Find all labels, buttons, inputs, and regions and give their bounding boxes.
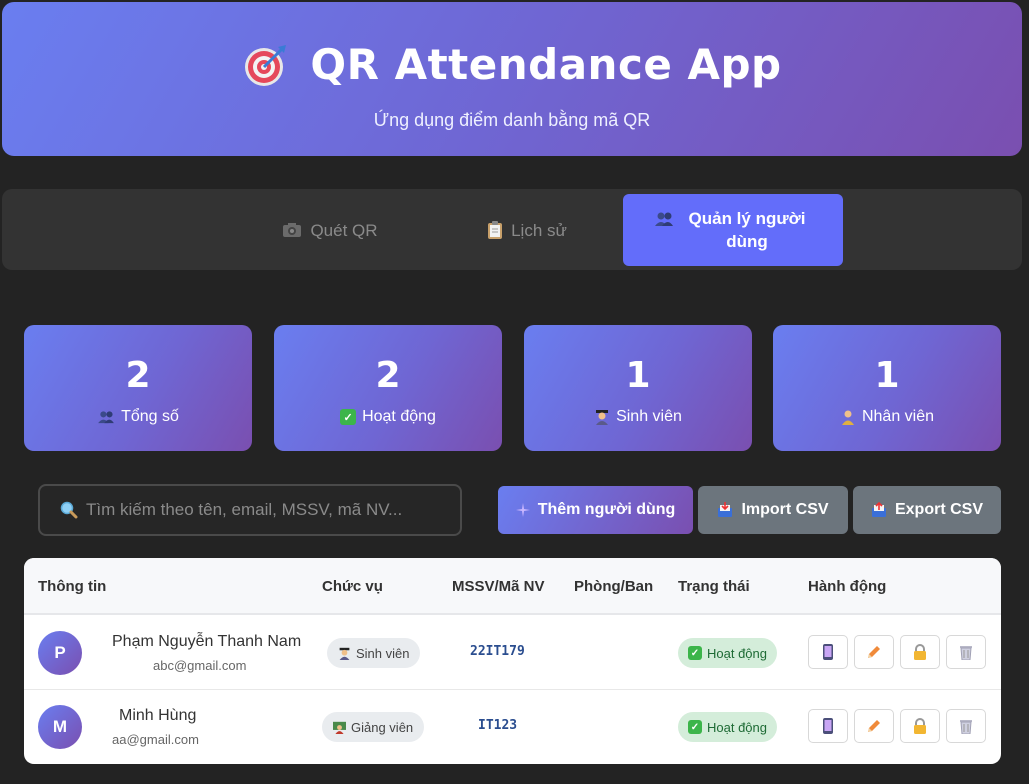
status-badge: ✓ Hoạt động [678, 638, 777, 668]
user-code: 22IT179 [470, 644, 525, 659]
column-header: Hành động [808, 578, 887, 595]
pencil-icon [868, 646, 880, 658]
trash-icon [960, 646, 972, 660]
stat-card-total: 2 Tổng số [24, 325, 252, 451]
tab-history[interactable]: Lịch sử [432, 194, 622, 266]
delete-button[interactable] [946, 635, 986, 669]
staff-icon [841, 410, 854, 425]
avatar: P [38, 631, 82, 675]
stat-value: 1 [874, 355, 900, 396]
sparkle-icon [515, 503, 530, 517]
tab-label: Quét QR [310, 220, 378, 240]
column-header: Phòng/Ban [574, 578, 654, 595]
import-csv-label: Import CSV [741, 501, 829, 518]
search-icon [60, 501, 78, 519]
column-header: Thông tin [38, 578, 107, 595]
inbox-icon [718, 502, 733, 517]
view-qr-button[interactable] [808, 709, 848, 743]
lock-button[interactable] [900, 709, 940, 743]
import-csv-button[interactable]: Import CSV [698, 486, 848, 534]
avatar: M [38, 705, 82, 749]
target-icon [245, 44, 287, 86]
user-name: Phạm Nguyễn Thanh Nam [112, 633, 302, 650]
edit-button[interactable] [854, 635, 894, 669]
user-email: abc@gmail.com [153, 658, 247, 673]
column-header: MSSV/Mã NV [452, 578, 545, 595]
table-row: M Minh Hùng aa@gmail.com Giảng viên IT12… [24, 690, 1001, 764]
edit-button[interactable] [854, 709, 894, 743]
add-user-button[interactable]: Thêm người dùng [498, 486, 693, 534]
tab-label: Lịch sử [511, 220, 567, 240]
phone-icon [823, 644, 833, 660]
stat-value: 2 [125, 355, 151, 396]
trash-icon [960, 720, 972, 734]
outbox-icon [871, 502, 886, 517]
tab-bar: Quét QR Lịch sử Quản lý người dùng [2, 189, 1022, 270]
tab-label: Quản lý người dùng [688, 209, 806, 251]
status-label: Hoạt động [707, 719, 767, 735]
teacher-icon [333, 721, 346, 734]
column-header: Chức vụ [322, 578, 383, 595]
role-badge: Sinh viên [327, 638, 421, 668]
export-csv-label: Export CSV [894, 501, 983, 518]
search-box[interactable] [38, 484, 462, 536]
add-user-label: Thêm người dùng [537, 501, 676, 518]
student-icon [339, 647, 350, 660]
status-badge: ✓ Hoạt động [678, 712, 777, 742]
user-name: Minh Hùng [119, 707, 197, 724]
app-header: QR Attendance App Ứng dụng điểm danh bằn… [2, 2, 1022, 156]
lock-button[interactable] [900, 635, 940, 669]
student-icon [596, 410, 609, 425]
role-badge: Giảng viên [322, 712, 425, 742]
users-table: Thông tin Chức vụ MSSV/Mã NV Phòng/Ban T… [24, 558, 1001, 764]
users-icon [655, 212, 673, 226]
tab-scan-qr[interactable]: Quét QR [230, 194, 430, 266]
role-label: Sinh viên [356, 645, 410, 661]
lock-icon [914, 644, 926, 660]
lock-icon [914, 718, 926, 734]
page-title: QR Attendance App [310, 40, 782, 89]
check-icon: ✓ [688, 646, 702, 660]
table-header: Thông tin Chức vụ MSSV/Mã NV Phòng/Ban T… [24, 558, 1001, 615]
tab-user-management[interactable]: Quản lý người dùng [623, 194, 843, 266]
stat-label: Hoạt động [362, 408, 436, 425]
users-icon [98, 411, 114, 424]
stat-label: Sinh viên [616, 408, 682, 425]
column-header: Trạng thái [678, 578, 750, 595]
status-label: Hoạt động [707, 645, 767, 661]
check-icon: ✓ [688, 720, 702, 734]
stat-card-staff: 1 Nhân viên [773, 325, 1001, 451]
stat-value: 1 [625, 355, 651, 396]
clipboard-icon [488, 221, 503, 239]
pencil-icon [868, 720, 880, 732]
delete-button[interactable] [946, 709, 986, 743]
export-csv-button[interactable]: Export CSV [853, 486, 1001, 534]
stat-value: 2 [375, 355, 401, 396]
page-subtitle: Ứng dụng điểm danh bằng mã QR [373, 110, 651, 130]
user-code: IT123 [478, 718, 518, 733]
search-input[interactable] [86, 500, 436, 520]
camera-icon [283, 223, 302, 237]
stat-card-active: 2 ✓ Hoạt động [274, 325, 502, 451]
stat-label: Nhân viên [861, 408, 935, 425]
table-row: P Phạm Nguyễn Thanh Nam abc@gmail.com Si… [24, 616, 1001, 690]
stat-card-students: 1 Sinh viên [524, 325, 752, 451]
role-label: Giảng viên [351, 719, 414, 735]
view-qr-button[interactable] [808, 635, 848, 669]
check-icon: ✓ [340, 409, 357, 425]
stat-label: Tổng số [121, 408, 179, 425]
user-email: aa@gmail.com [112, 732, 199, 747]
phone-icon [823, 718, 833, 734]
